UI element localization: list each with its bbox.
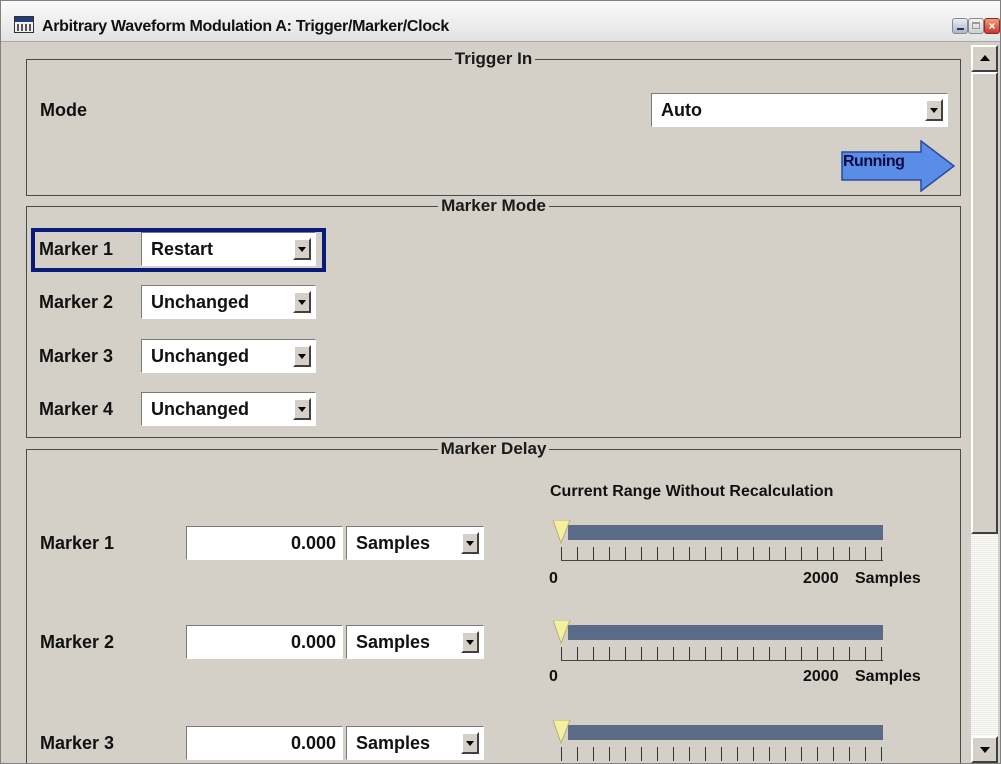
range-marker-icon (553, 520, 571, 544)
marker-mode-select[interactable]: Unchanged (141, 392, 316, 426)
marker-mode-value: Unchanged (151, 346, 250, 366)
title-bar[interactable]: Arbitrary Waveform Modulation A: Trigger… (1, 1, 1000, 42)
marker-delay-label: Marker 2 (40, 632, 115, 652)
marker-mode-label: Marker 3 (39, 346, 114, 366)
delay-value-field[interactable]: 0.000 (186, 726, 343, 760)
marker-mode-value: Unchanged (151, 399, 250, 419)
trigger-status: Running (843, 153, 905, 170)
delay-unit-value: Samples (356, 533, 431, 553)
window-title: Arbitrary Waveform Modulation A: Trigger… (42, 18, 449, 35)
chevron-down-icon[interactable] (293, 398, 311, 420)
mode-label: Mode (40, 100, 87, 120)
marker-delay-label: Marker 1 (40, 533, 115, 553)
range-min: 0 (549, 668, 558, 685)
range-bar (568, 725, 883, 740)
delay-value: 0.000 (290, 733, 336, 753)
range-unit: Samples (855, 570, 921, 587)
vertical-scrollbar[interactable] (971, 45, 998, 763)
marker-delay-title: Marker Delay (437, 439, 550, 458)
chevron-down-icon[interactable] (293, 291, 311, 313)
trigger-in-group: Trigger In (26, 49, 961, 196)
chevron-down-icon[interactable] (293, 238, 311, 260)
trigger-in-title: Trigger In (451, 49, 536, 68)
marker-mode-label: Marker 1 (39, 239, 114, 259)
chevron-down-icon[interactable] (461, 532, 479, 554)
maximize-button[interactable] (968, 18, 984, 34)
delay-value: 0.000 (290, 533, 336, 553)
delay-unit-select[interactable]: Samples (346, 726, 484, 760)
trigger-mode-value: Auto (661, 100, 702, 120)
chevron-down-icon[interactable] (925, 99, 943, 121)
marker-mode-value: Restart (151, 239, 214, 259)
range-max: 2000 (803, 570, 839, 587)
delay-unit-value: Samples (356, 733, 431, 753)
marker-mode-value: Unchanged (151, 292, 250, 312)
marker-mode-label: Marker 4 (39, 399, 114, 419)
delay-value-field[interactable]: 0.000 (186, 625, 343, 659)
delay-unit-select[interactable]: Samples (346, 526, 484, 560)
range-scale (561, 647, 883, 661)
marker-mode-select[interactable]: Unchanged (141, 339, 316, 373)
marker-delay-label: Marker 3 (40, 733, 115, 753)
delay-unit-select[interactable]: Samples (346, 625, 484, 659)
chevron-down-icon[interactable] (461, 732, 479, 754)
range-bar (568, 625, 883, 640)
range-title: Current Range Without Recalculation (550, 483, 834, 500)
marker-mode-select[interactable]: Restart (141, 232, 316, 266)
app-window: Arbitrary Waveform Modulation A: Trigger… (0, 0, 1001, 764)
scroll-thumb[interactable] (971, 72, 998, 534)
trigger-mode-select[interactable]: Auto (651, 93, 948, 127)
range-scale (561, 747, 883, 761)
range-bar (568, 525, 883, 540)
delay-unit-value: Samples (356, 632, 431, 652)
scroll-up-button[interactable] (971, 45, 998, 72)
chevron-down-icon[interactable] (461, 631, 479, 653)
marker-mode-title: Marker Mode (438, 196, 549, 215)
close-button[interactable]: × (984, 18, 1000, 34)
minimize-button[interactable] (952, 18, 968, 34)
scroll-down-button[interactable] (971, 736, 998, 763)
range-unit: Samples (855, 668, 921, 685)
waveform-window-icon (14, 16, 34, 33)
chevron-down-icon[interactable] (293, 345, 311, 367)
marker-mode-label: Marker 2 (39, 292, 114, 312)
range-min: 0 (549, 570, 558, 587)
range-marker-icon (553, 620, 571, 644)
delay-value-field[interactable]: 0.000 (186, 526, 343, 560)
range-max: 2000 (803, 668, 839, 685)
delay-value: 0.000 (290, 632, 336, 652)
range-marker-icon (553, 720, 571, 744)
marker-mode-select[interactable]: Unchanged (141, 285, 316, 319)
range-scale (561, 547, 883, 561)
